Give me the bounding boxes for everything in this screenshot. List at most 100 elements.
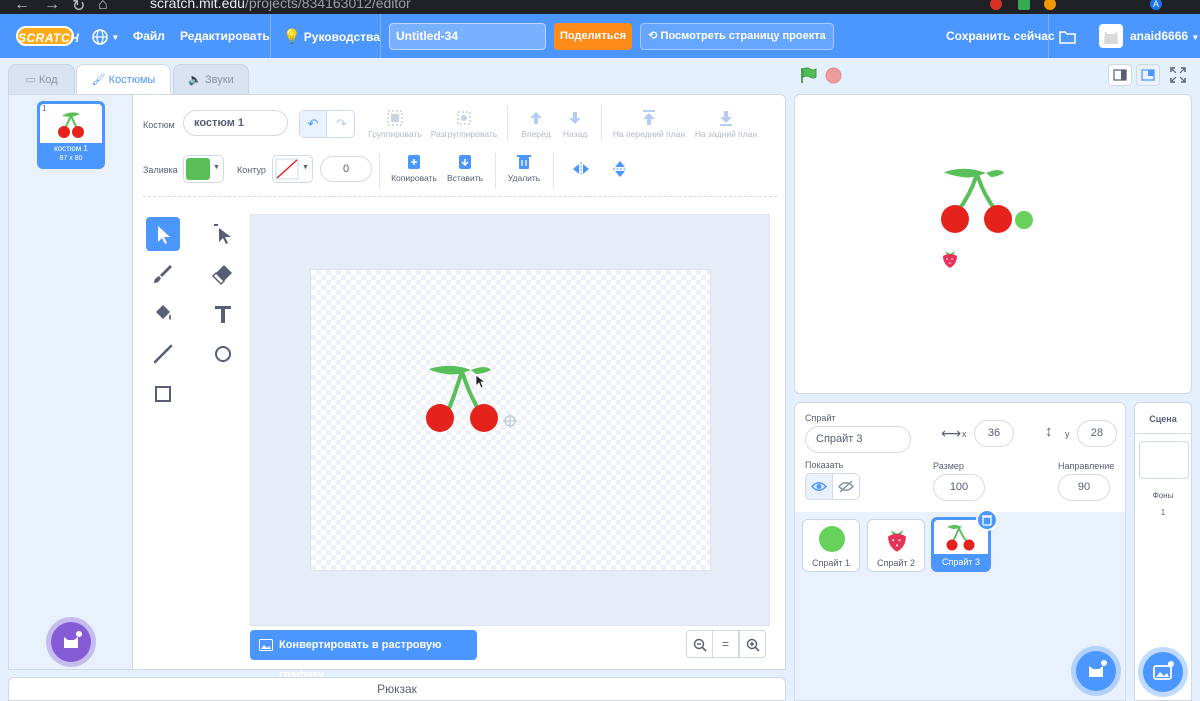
file-menu[interactable]: Файл — [133, 14, 165, 58]
sprite-name-input[interactable]: Спрайт 3 — [805, 426, 911, 453]
sprite-1-on-stage[interactable] — [1014, 210, 1034, 230]
stage-selector[interactable]: Сцена Фоны 1 — [1134, 402, 1192, 701]
show-visible-button[interactable] — [805, 473, 833, 500]
tab-costumes[interactable]: 🖌 Костюмы — [76, 64, 171, 96]
arrow-up-icon — [530, 112, 542, 124]
costume-tile[interactable]: 1 костюм 1 87 x 80 — [37, 101, 105, 169]
stage-thumbnail[interactable] — [1139, 441, 1189, 479]
outline-color-picker[interactable]: ▼ — [272, 155, 313, 183]
avatar[interactable] — [1099, 24, 1123, 48]
circle-tool[interactable] — [206, 337, 240, 371]
fill-tool[interactable] — [146, 297, 180, 331]
language-menu[interactable]: ▼ — [92, 14, 119, 58]
costume-name-input[interactable]: костюм 1 — [183, 110, 288, 136]
x-label: x — [962, 429, 967, 439]
flip-vertical-icon[interactable] — [612, 160, 628, 178]
tab-sounds[interactable]: 🔈 Звуки — [173, 64, 249, 95]
direction-input[interactable]: 90 — [1058, 474, 1110, 501]
normal-stage-button[interactable] — [1136, 64, 1160, 86]
back-arrow-icon[interactable]: ← — [14, 0, 30, 14]
delete-button[interactable]: Удалить — [503, 153, 545, 183]
paint-canvas[interactable] — [250, 214, 770, 626]
see-project-page-button[interactable]: ⟲ Посмотреть страницу проекта — [640, 23, 834, 50]
undo-icon[interactable]: ↶ — [300, 111, 327, 137]
y-input[interactable]: 28 — [1077, 420, 1117, 447]
sprite-tile[interactable]: Спрайт 1 — [802, 519, 860, 572]
select-tool[interactable] — [146, 217, 180, 251]
backward-button[interactable]: Назад — [558, 109, 592, 139]
chevron-down-icon: ▼ — [1191, 33, 1200, 42]
choose-sprite-button[interactable] — [1076, 651, 1116, 691]
size-input[interactable]: 100 — [933, 474, 985, 501]
tab-code[interactable]: ▭ Код — [8, 64, 75, 95]
sprite-list: Спрайт 1 Спрайт 2 Спрайт 3 — [794, 509, 1126, 701]
line-icon — [153, 344, 173, 364]
outline-width-input[interactable]: 0 — [320, 156, 372, 182]
sprite-1-thumbnail — [819, 526, 845, 552]
copy-button[interactable]: Копировать — [389, 153, 439, 183]
choose-backdrop-button[interactable] — [1143, 652, 1183, 692]
paste-button[interactable]: Вставить — [442, 153, 488, 183]
size-label: Размер — [933, 461, 964, 471]
eye-hidden-icon — [837, 480, 855, 493]
line-tool[interactable] — [146, 337, 180, 371]
flip-horizontal-icon[interactable] — [572, 161, 590, 177]
save-now-button[interactable]: Сохранить сейчас — [946, 14, 1055, 58]
reshape-tool[interactable] — [206, 217, 240, 251]
my-stuff-button[interactable] — [1059, 14, 1076, 58]
zoom-in-button[interactable] — [739, 630, 766, 658]
sprite-2-on-stage[interactable] — [940, 247, 960, 269]
reshape-icon — [214, 224, 231, 244]
account-menu[interactable]: anaid6666 ▼ — [1130, 14, 1199, 58]
x-input[interactable]: 36 — [974, 420, 1014, 447]
tutorials-menu[interactable]: 💡 Руководства — [283, 14, 380, 58]
eye-icon — [810, 482, 828, 491]
brush-tool[interactable] — [146, 257, 180, 291]
green-flag-icon[interactable] — [799, 66, 817, 84]
cat-plus-icon — [64, 631, 82, 648]
group-button[interactable]: Группировать — [365, 109, 425, 139]
profile-avatar[interactable]: A — [1150, 0, 1162, 10]
fullscreen-icon[interactable] — [1170, 67, 1186, 83]
costume-size: 87 x 80 — [59, 155, 83, 162]
stage-title: Сцена — [1149, 414, 1177, 424]
divider — [1135, 433, 1191, 434]
extension-icon[interactable] — [990, 0, 1002, 10]
eraser-tool[interactable] — [206, 257, 240, 291]
forward-arrow-icon[interactable]: → — [44, 0, 60, 14]
sprite-tile[interactable]: Спрайт 2 — [867, 519, 925, 572]
backdrops-count: 1 — [1160, 508, 1166, 517]
share-button[interactable]: Поделиться — [554, 23, 632, 50]
rectangle-tool[interactable] — [146, 377, 180, 411]
text-tool[interactable] — [206, 297, 240, 331]
browser-chrome: ← → ↻ ⌂ scratch.mit.edu/projects/8341630… — [0, 0, 1200, 14]
convert-to-bitmap-button[interactable]: Конвертировать в растровую графику — [250, 630, 477, 681]
edit-menu[interactable]: Редактировать — [180, 14, 270, 58]
back-button[interactable]: На задний план — [692, 109, 760, 139]
small-stage-button[interactable] — [1108, 64, 1132, 86]
home-icon[interactable]: ⌂ — [98, 0, 108, 14]
reload-icon[interactable]: ↻ — [72, 0, 85, 14]
address-bar[interactable]: scratch.mit.edu/projects/834163012/edito… — [150, 0, 411, 11]
backpack[interactable]: Рюкзак — [8, 677, 786, 701]
zoom-reset-button[interactable]: = — [712, 630, 739, 658]
costume-list: 1 костюм 1 87 x 80 — [9, 95, 133, 669]
extension-icon[interactable] — [1018, 0, 1030, 10]
ungroup-button[interactable]: Разгруппировать — [429, 109, 499, 139]
cherry-drawing[interactable] — [421, 362, 521, 437]
stop-icon[interactable] — [825, 67, 842, 84]
scratch-logo[interactable]: SCRATCH — [16, 26, 79, 46]
extension-icon[interactable] — [1044, 0, 1056, 10]
artboard[interactable] — [310, 269, 711, 571]
show-hidden-button[interactable] — [832, 473, 860, 500]
front-button[interactable]: На передний план — [611, 109, 687, 139]
choose-costume-button[interactable] — [51, 622, 91, 662]
zoom-out-button[interactable] — [686, 630, 713, 658]
stage[interactable] — [794, 94, 1192, 394]
project-title-input[interactable]: Untitled-34 — [389, 23, 546, 50]
redo-icon[interactable]: ↷ — [328, 111, 355, 137]
delete-sprite-button[interactable] — [976, 509, 998, 531]
forward-button[interactable]: Вперёд — [517, 109, 555, 139]
sprite-tile[interactable]: Спрайт 3 — [931, 509, 998, 572]
fill-color-picker[interactable]: ▼ — [183, 155, 224, 183]
